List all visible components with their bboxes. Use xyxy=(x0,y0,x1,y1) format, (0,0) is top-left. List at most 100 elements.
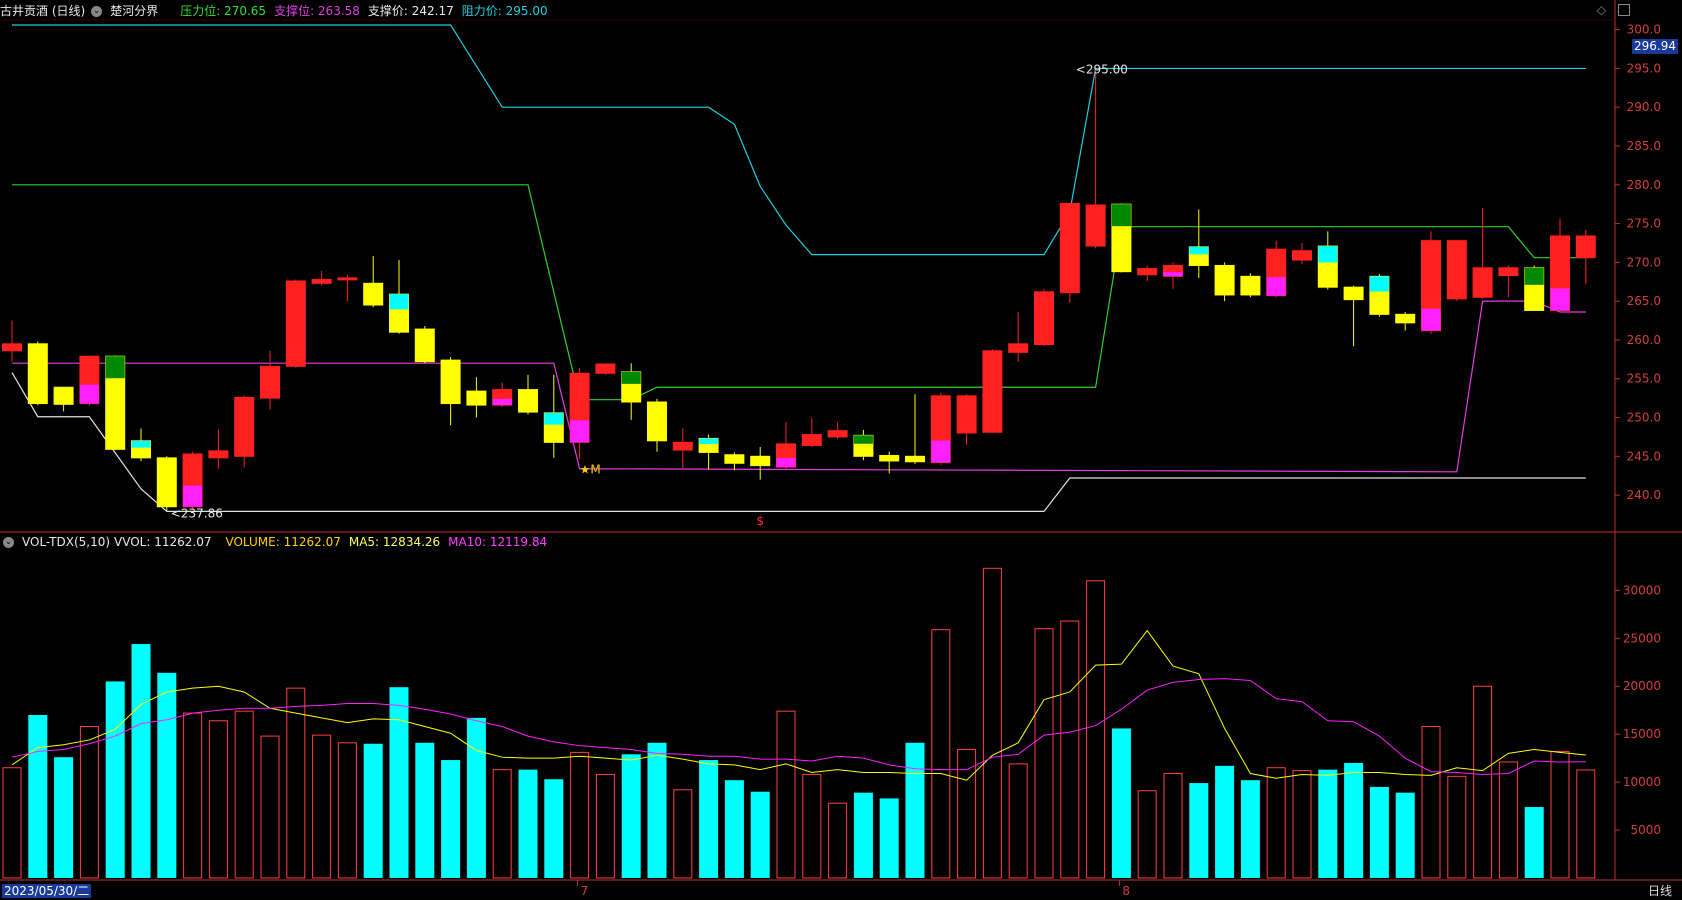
volume-bar xyxy=(699,760,719,878)
maximize-icon[interactable] xyxy=(1618,4,1630,16)
volume-tick-label: 5000 xyxy=(1630,823,1661,837)
volume-bar xyxy=(621,754,641,878)
price-panel-header: 古井贡酒 (日线) ⌄ 楚河分界 压力位: 270.65 支撑位: 263.58 支撑价:… xyxy=(0,2,556,20)
candle-body xyxy=(956,395,977,434)
candle-body xyxy=(156,457,177,508)
volume-bar xyxy=(363,743,383,878)
candle-body xyxy=(1137,268,1158,276)
high-price-annotation: <295.00 xyxy=(1076,62,1128,76)
volume-bar xyxy=(492,769,512,879)
volume-bar xyxy=(131,644,151,878)
price-tick-label: 280.0 xyxy=(1627,178,1661,192)
candle-body xyxy=(518,389,538,413)
signal-marker: ★M xyxy=(580,463,601,477)
volume-toggle-icon[interactable]: ⌄ xyxy=(3,537,14,548)
price-tick-label: 275.0 xyxy=(1627,217,1661,231)
candle-highlight xyxy=(699,438,719,445)
candle-highlight xyxy=(492,398,512,406)
candle-highlight xyxy=(183,485,203,507)
candle-highlight xyxy=(776,457,796,468)
month-tick-label: 8 xyxy=(1122,884,1130,898)
candle-body xyxy=(1575,235,1596,259)
volume-bar xyxy=(1034,628,1054,879)
volume-bar xyxy=(208,720,228,879)
volume-bar xyxy=(570,751,590,879)
volume-indicator-name[interactable]: VOL-TDX(5,10) xyxy=(22,535,110,549)
volume-bar xyxy=(853,792,873,878)
volume-bar xyxy=(1473,685,1493,879)
price-tick-label: 270.0 xyxy=(1627,255,1661,269)
candle-body xyxy=(801,434,822,446)
candle-highlight xyxy=(931,440,951,463)
volume-tick-label: 10000 xyxy=(1623,775,1661,789)
candle-body xyxy=(311,278,332,284)
candle-body xyxy=(414,328,435,363)
candle-body xyxy=(1472,267,1493,298)
volume-bar xyxy=(441,760,461,878)
candle-body xyxy=(1008,343,1029,353)
volume-bar xyxy=(1266,767,1286,879)
volume-bar xyxy=(312,734,332,879)
volume-bar xyxy=(647,742,667,878)
price-tick-label: 265.0 xyxy=(1627,294,1661,308)
indicator-toggle-icon[interactable]: ⌄ xyxy=(91,6,103,17)
volume-bar xyxy=(879,798,899,878)
period-label[interactable]: 日线 xyxy=(1648,884,1672,898)
volume-bar xyxy=(260,735,280,879)
volume-bar xyxy=(1008,763,1028,879)
candle-highlight xyxy=(389,294,409,310)
volume-bar xyxy=(28,715,48,878)
volume-bar xyxy=(389,687,409,878)
volume-bar xyxy=(931,629,951,879)
candle-body xyxy=(827,430,848,438)
price-tick-label: 285.0 xyxy=(1627,139,1661,153)
indicator-name[interactable]: 楚河分界 xyxy=(110,4,158,18)
candle-highlight xyxy=(1111,204,1131,227)
volume-bar xyxy=(1369,786,1389,878)
candle-highlight xyxy=(1369,276,1389,292)
candle-body xyxy=(2,343,22,352)
candle-body xyxy=(1059,202,1080,294)
volume-bar xyxy=(518,769,538,878)
candle-body xyxy=(1034,291,1054,346)
volume-bar xyxy=(905,742,925,878)
candle-highlight xyxy=(105,356,125,379)
candle-body xyxy=(1292,250,1312,261)
vvol-label: VVOL: 11262.07 xyxy=(114,535,212,549)
volume-bar xyxy=(54,757,74,878)
volume-bar xyxy=(79,726,99,879)
volume-bar xyxy=(724,780,744,878)
volume-bar xyxy=(2,767,22,879)
diamond-icon[interactable]: ◇ xyxy=(1597,3,1606,17)
candle-body xyxy=(260,365,280,399)
candle-highlight xyxy=(131,440,151,448)
stock-title[interactable]: 古井贡酒 (日线) xyxy=(0,4,85,18)
volume-bar xyxy=(1137,790,1157,879)
candle-highlight xyxy=(79,384,99,404)
candle-body xyxy=(27,343,48,405)
candle-body xyxy=(1085,204,1106,247)
volume-bar xyxy=(1111,728,1131,878)
price-tick-label: 295.0 xyxy=(1627,61,1661,75)
volume-bar xyxy=(1498,761,1518,879)
volume-bar xyxy=(1240,780,1260,878)
candle-highlight xyxy=(1550,288,1570,311)
candle-body xyxy=(53,386,74,405)
price-tick-label: 245.0 xyxy=(1627,449,1661,463)
volume-bar xyxy=(544,779,564,878)
volume-bar xyxy=(105,681,125,878)
candle-body xyxy=(595,363,616,374)
candle-body xyxy=(672,441,693,451)
volume-bar xyxy=(1421,726,1441,879)
ma10-label: MA10: 12119.84 xyxy=(448,535,548,549)
stock-chart[interactable]: 240.0 245.0 250.0 255.0 260.0 265.0 270.0 275.0… xyxy=(0,0,1682,900)
candle-body xyxy=(1498,267,1519,277)
candle-highlight xyxy=(544,412,564,425)
candle-highlight xyxy=(570,420,590,443)
volume-tick-label: 15000 xyxy=(1623,727,1661,741)
volume-bar xyxy=(1189,783,1209,878)
candle-body xyxy=(647,401,667,442)
resistance-line xyxy=(12,24,1586,256)
volume-bar xyxy=(982,567,1002,879)
volume-bar xyxy=(1550,750,1570,879)
